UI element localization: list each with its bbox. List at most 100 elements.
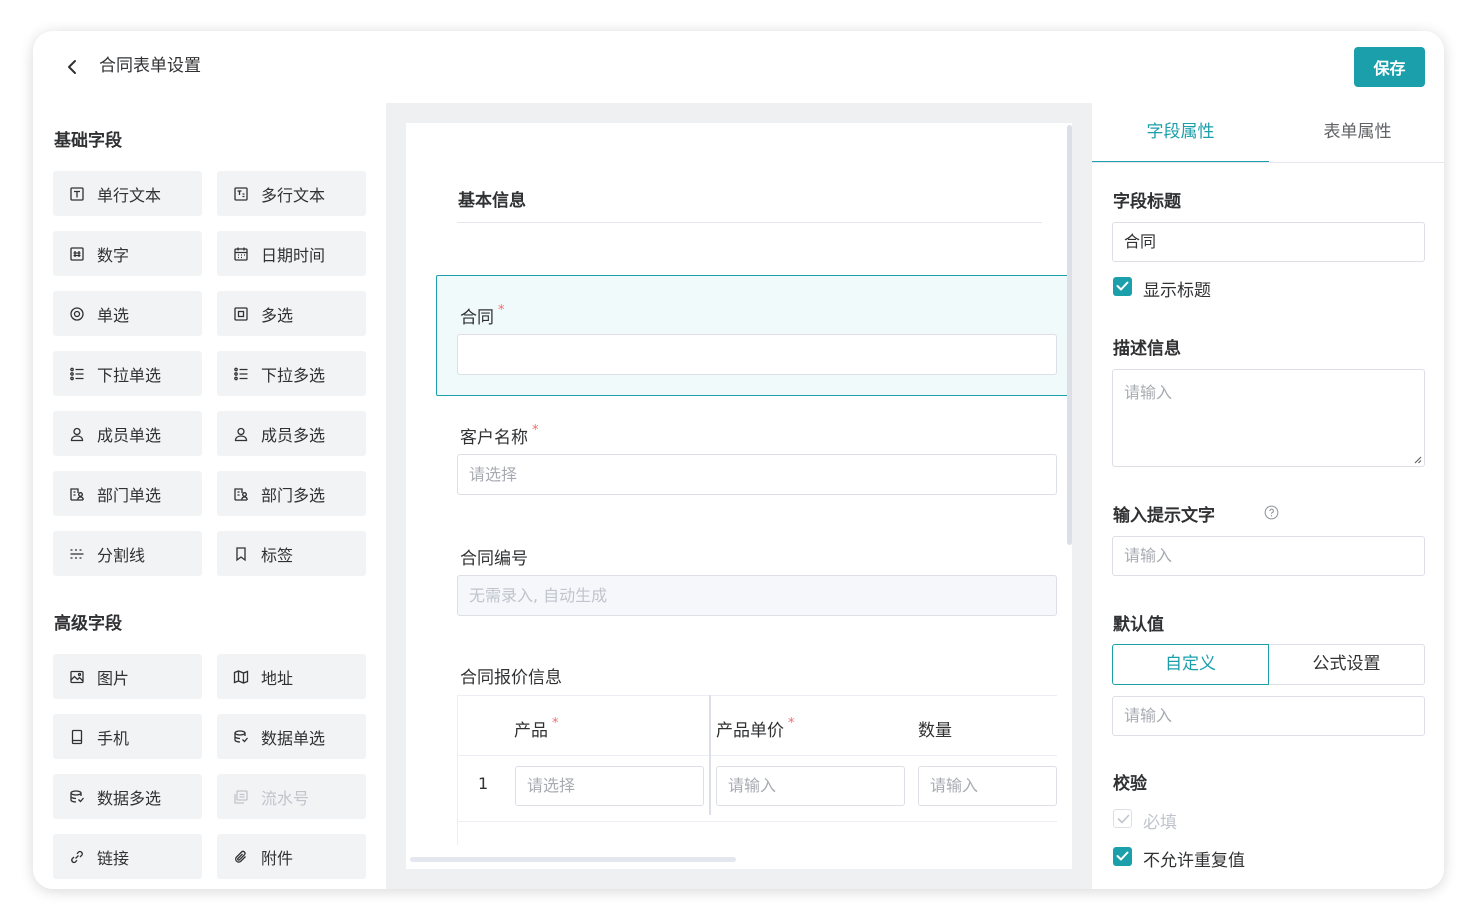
number-icon bbox=[69, 246, 85, 262]
calendar-icon bbox=[233, 246, 249, 262]
field-label: 成员单选 bbox=[97, 425, 162, 445]
required-mark: * bbox=[498, 303, 505, 318]
tab-form-properties[interactable]: 表单属性 bbox=[1269, 103, 1444, 163]
show-title-checkbox[interactable] bbox=[1113, 277, 1132, 296]
quote-table: 产品 * 产品单价 * 数量 1 请选择 请输入 请输入 bbox=[457, 695, 1057, 845]
image-icon bbox=[69, 669, 85, 685]
single-line-text-icon bbox=[69, 186, 85, 202]
tab-field-properties[interactable]: 字段属性 bbox=[1092, 103, 1269, 163]
field-label: 图片 bbox=[97, 668, 130, 688]
header: 合同表单设置 保存 bbox=[33, 31, 1444, 103]
unit-price-input[interactable]: 请输入 bbox=[716, 766, 905, 806]
default-value-input[interactable]: 请输入 bbox=[1112, 696, 1425, 736]
field-link[interactable]: 链接 bbox=[53, 834, 202, 879]
field-label: 地址 bbox=[261, 668, 294, 688]
field-label: 链接 bbox=[97, 848, 130, 868]
serial-number-icon bbox=[233, 789, 249, 805]
contract-number-input: 无需录入, 自动生成 bbox=[457, 575, 1057, 616]
field-divider[interactable]: 分割线 bbox=[53, 531, 202, 576]
help-icon[interactable] bbox=[1264, 505, 1279, 520]
field-label: 附件 bbox=[261, 848, 294, 868]
row-index: 1 bbox=[478, 774, 489, 793]
field-label: 下拉单选 bbox=[97, 365, 162, 385]
field-palette: 基础字段 单行文本 多行文本 数字 日期时间 单选 多选 下拉单选 下拉多选 成… bbox=[33, 103, 386, 889]
resize-handle-icon[interactable] bbox=[1412, 454, 1422, 464]
column-resize-handle[interactable] bbox=[709, 695, 711, 815]
save-button[interactable]: 保存 bbox=[1354, 47, 1425, 87]
database-icon bbox=[69, 789, 85, 805]
field-label: 多选 bbox=[261, 305, 294, 325]
field-label: 多行文本 bbox=[261, 185, 326, 205]
table-row: 1 请选择 请输入 请输入 bbox=[457, 756, 1057, 822]
field-department-multi[interactable]: 部门多选 bbox=[217, 471, 366, 516]
database-icon bbox=[233, 729, 249, 745]
field-label: 标签 bbox=[261, 545, 294, 565]
form-canvas: 基本信息 合同 * 客户名称 * 请选择 合同编号 无需录入, 自动生成 合同报价信… bbox=[406, 123, 1072, 869]
advanced-fields-title: 高级字段 bbox=[54, 614, 122, 634]
vertical-scrollbar[interactable] bbox=[1067, 125, 1072, 545]
field-label: 分割线 bbox=[97, 545, 146, 565]
field-label: 单选 bbox=[97, 305, 130, 325]
field-label: 部门多选 bbox=[261, 485, 326, 505]
user-icon bbox=[69, 426, 85, 442]
col-quantity: 数量 bbox=[918, 721, 952, 741]
customer-select[interactable]: 请选择 bbox=[457, 454, 1057, 495]
horizontal-scrollbar[interactable] bbox=[410, 857, 736, 862]
group-divider bbox=[457, 222, 1042, 223]
field-label: 日期时间 bbox=[261, 245, 326, 265]
checkbox-icon bbox=[233, 306, 249, 322]
basic-fields-title: 基础字段 bbox=[54, 131, 122, 151]
field-tag[interactable]: 标签 bbox=[217, 531, 366, 576]
field-label: 流水号 bbox=[261, 788, 310, 808]
required-mark: * bbox=[532, 423, 539, 438]
back-arrow-icon[interactable] bbox=[61, 55, 85, 79]
divider-icon bbox=[69, 546, 85, 562]
field-data-multi[interactable]: 数据多选 bbox=[53, 774, 202, 819]
customer-label: 客户名称 * bbox=[460, 423, 539, 448]
field-multi-line-text[interactable]: 多行文本 bbox=[217, 171, 366, 216]
field-data-single[interactable]: 数据单选 bbox=[217, 714, 366, 759]
radio-icon bbox=[69, 306, 85, 322]
field-dropdown-single[interactable]: 下拉单选 bbox=[53, 351, 202, 396]
contract-label: 合同 * bbox=[460, 303, 505, 328]
field-label: 数据多选 bbox=[97, 788, 162, 808]
field-member-multi[interactable]: 成员多选 bbox=[217, 411, 366, 456]
field-serial-number: 流水号 bbox=[217, 774, 366, 819]
attachment-icon bbox=[233, 849, 249, 865]
default-mode-custom[interactable]: 自定义 bbox=[1112, 644, 1269, 685]
default-value-heading: 默认值 bbox=[1113, 615, 1164, 635]
contract-input[interactable] bbox=[457, 334, 1057, 375]
product-select[interactable]: 请选择 bbox=[515, 766, 704, 806]
form-canvas-area: 基本信息 合同 * 客户名称 * 请选择 合同编号 无需录入, 自动生成 合同报价信… bbox=[386, 103, 1092, 889]
field-phone[interactable]: 手机 bbox=[53, 714, 202, 759]
field-address[interactable]: 地址 bbox=[217, 654, 366, 699]
multi-line-text-icon bbox=[233, 186, 249, 202]
field-single-line-text[interactable]: 单行文本 bbox=[53, 171, 202, 216]
table-header: 产品 * 产品单价 * 数量 bbox=[457, 695, 1057, 756]
field-label: 数字 bbox=[97, 245, 130, 265]
bookmark-icon bbox=[233, 546, 249, 562]
app-window: 合同表单设置 保存 基础字段 单行文本 多行文本 数字 日期时间 单选 多选 下… bbox=[33, 31, 1444, 889]
quantity-input[interactable]: 请输入 bbox=[918, 766, 1057, 806]
field-number[interactable]: 数字 bbox=[53, 231, 202, 276]
check-icon bbox=[1116, 281, 1129, 291]
field-title-input[interactable]: 合同 bbox=[1112, 222, 1425, 262]
hint-input[interactable]: 请输入 bbox=[1112, 536, 1425, 576]
default-mode-formula[interactable]: 公式设置 bbox=[1268, 644, 1425, 685]
field-member-single[interactable]: 成员单选 bbox=[53, 411, 202, 456]
link-icon bbox=[69, 849, 85, 865]
field-radio[interactable]: 单选 bbox=[53, 291, 202, 336]
field-datetime[interactable]: 日期时间 bbox=[217, 231, 366, 276]
description-heading: 描述信息 bbox=[1113, 339, 1181, 359]
no-duplicate-checkbox[interactable] bbox=[1113, 847, 1132, 866]
field-department-single[interactable]: 部门单选 bbox=[53, 471, 202, 516]
field-checkbox[interactable]: 多选 bbox=[217, 291, 366, 336]
department-icon bbox=[233, 486, 249, 502]
field-dropdown-multi[interactable]: 下拉多选 bbox=[217, 351, 366, 396]
description-textarea[interactable]: 请输入 bbox=[1112, 369, 1425, 467]
property-panel: 字段属性 表单属性 字段标题 合同 显示标题 描述信息 请输入 输入提示文字 请… bbox=[1092, 103, 1444, 889]
field-attachment[interactable]: 附件 bbox=[217, 834, 366, 879]
map-icon bbox=[233, 669, 249, 685]
field-image[interactable]: 图片 bbox=[53, 654, 202, 699]
contract-number-label: 合同编号 bbox=[460, 549, 528, 569]
